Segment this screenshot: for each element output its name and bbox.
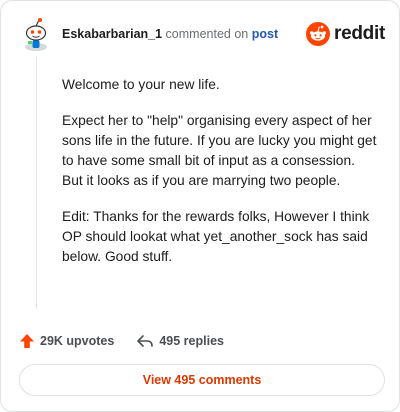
comment-card: Eskabarbarian_1 commented on post reddit… <box>0 0 400 412</box>
thread-line[interactable] <box>36 57 37 309</box>
post-link[interactable]: post <box>252 27 278 41</box>
comment-actions: 29K upvotes 495 replies <box>19 331 224 351</box>
username[interactable]: Eskabarbarian_1 <box>62 27 162 41</box>
commented-on-text: commented on <box>165 27 249 41</box>
reply-arrow-icon <box>137 335 154 347</box>
reddit-wordmark: reddit <box>334 23 385 44</box>
upvote-count: 29K upvotes <box>40 334 115 348</box>
reddit-logo-icon <box>306 22 331 46</box>
comment-paragraph: Expect her to "help" organising every as… <box>62 113 377 188</box>
view-comments-button[interactable]: View 495 comments <box>19 364 385 396</box>
replies-button[interactable]: 495 replies <box>136 333 224 349</box>
reply-count: 495 replies <box>159 334 224 348</box>
upvote-button[interactable]: 29K upvotes <box>19 333 114 349</box>
comment-paragraph: Edit: Thanks for the rewards folks, Howe… <box>62 209 370 264</box>
comment-paragraph: Welcome to your new life. <box>62 77 220 92</box>
snoo-avatar-icon[interactable] <box>19 17 53 51</box>
upvote-arrow-icon <box>20 334 34 348</box>
comment-meta: Eskabarbarian_1 commented on post <box>62 27 278 41</box>
reddit-logo[interactable]: reddit <box>306 21 385 47</box>
comment-header: Eskabarbarian_1 commented on post reddit <box>19 17 385 51</box>
comment-body: Welcome to your new life. Expect her to … <box>62 75 378 283</box>
